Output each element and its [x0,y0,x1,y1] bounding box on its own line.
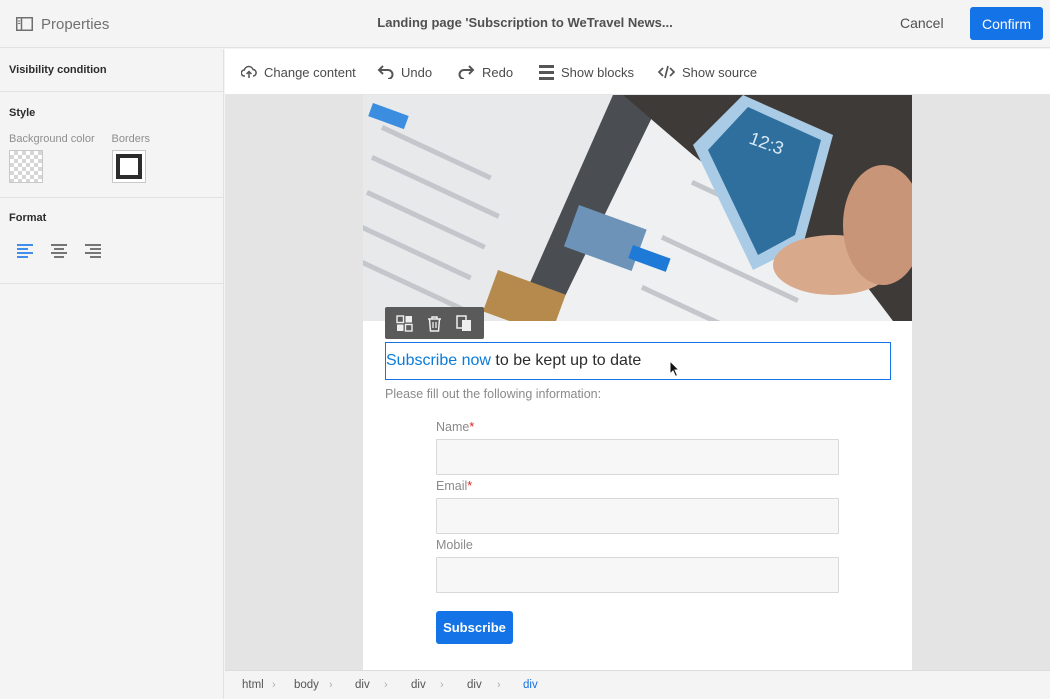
style-title: Style [9,107,36,119]
breadcrumb-item-div-current[interactable]: div [523,679,538,691]
top-bar: Properties Landing page 'Subscription to… [0,0,1050,48]
align-left-icon[interactable] [17,244,33,258]
change-content-button[interactable]: Change content [241,63,356,81]
landing-page-preview: 12:3 Subscribe now to be kept up to date [363,95,912,670]
headline-block[interactable]: Subscribe now to be kept up to date [385,342,891,380]
page-title: Landing page 'Subscription to WeTravel N… [377,15,673,30]
undo-label: Undo [401,64,433,80]
email-label: Email* [436,479,472,493]
cloud-upload-icon [241,65,257,78]
cancel-button[interactable]: Cancel [900,15,944,31]
breadcrumb-item-html[interactable]: html [242,679,264,691]
visibility-section[interactable]: Visibility condition [0,49,223,92]
background-color-label: Background color [9,133,95,145]
visibility-title: Visibility condition [9,64,107,76]
element-breadcrumb: html › body › div › div › div › div [225,670,1050,699]
block-toolbar [385,307,484,339]
editor-toolbar: Change content Undo Redo Show blocks Sho… [225,49,1050,95]
breadcrumb-item-body[interactable]: body [294,679,319,691]
mobile-label-text: Mobile [436,538,473,552]
show-blocks-label: Show blocks [561,64,634,80]
format-section: Format [0,198,223,284]
email-label-text: Email [436,479,468,493]
show-blocks-button[interactable]: Show blocks [539,63,634,81]
borders-label: Borders [111,133,151,145]
trash-icon[interactable] [426,315,443,332]
breadcrumb-separator-icon: › [329,679,333,691]
breadcrumb-item-div[interactable]: div [355,679,370,691]
email-field[interactable] [436,498,839,534]
show-source-button[interactable]: Show source [658,63,757,81]
format-title: Format [9,212,47,224]
breadcrumb-item-div[interactable]: div [411,679,426,691]
properties-panel: Visibility condition Style Background co… [0,49,224,699]
required-marker: * [469,420,475,434]
block-layout-icon[interactable] [395,314,413,332]
breadcrumb-item-div[interactable]: div [467,679,482,691]
mouse-cursor-icon [669,360,681,378]
subscribe-now-link[interactable]: Subscribe now [386,352,491,370]
name-label: Name* [436,420,474,434]
duplicate-icon[interactable] [456,314,473,332]
undo-icon [377,65,394,79]
blocks-icon [539,64,554,80]
borders-swatch[interactable] [111,150,146,183]
headline-text: to be kept up to date [490,352,642,369]
redo-button[interactable]: Redo [458,63,513,81]
redo-icon [458,65,475,79]
panel-icon [16,17,33,31]
breadcrumb-separator-icon: › [384,679,388,691]
required-marker: * [467,479,473,493]
panel-title: Properties [41,15,110,33]
hero-image[interactable]: 12:3 [363,95,912,321]
properties-toggle[interactable]: Properties [16,14,109,34]
style-section: Style Background color Borders [0,92,223,198]
change-content-label: Change content [264,64,356,80]
breadcrumb-separator-icon: › [272,679,276,691]
undo-button[interactable]: Undo [377,63,432,81]
mobile-label: Mobile [436,538,473,552]
name-label-text: Name [436,420,470,434]
redo-label: Redo [482,64,514,80]
align-center-icon[interactable] [51,244,67,258]
breadcrumb-separator-icon: › [497,679,501,691]
mobile-field[interactable] [436,557,839,593]
name-field[interactable] [436,439,839,475]
confirm-button[interactable]: Confirm [970,7,1043,40]
form-intro-text: Please fill out the following informatio… [385,387,602,401]
code-icon [658,65,675,79]
show-source-label: Show source [682,64,758,80]
subscribe-button[interactable]: Subscribe [436,611,513,644]
align-right-icon[interactable] [85,244,101,258]
editor-canvas: 12:3 Subscribe now to be kept up to date [225,95,1050,670]
breadcrumb-separator-icon: › [440,679,444,691]
background-color-swatch[interactable] [9,150,43,183]
